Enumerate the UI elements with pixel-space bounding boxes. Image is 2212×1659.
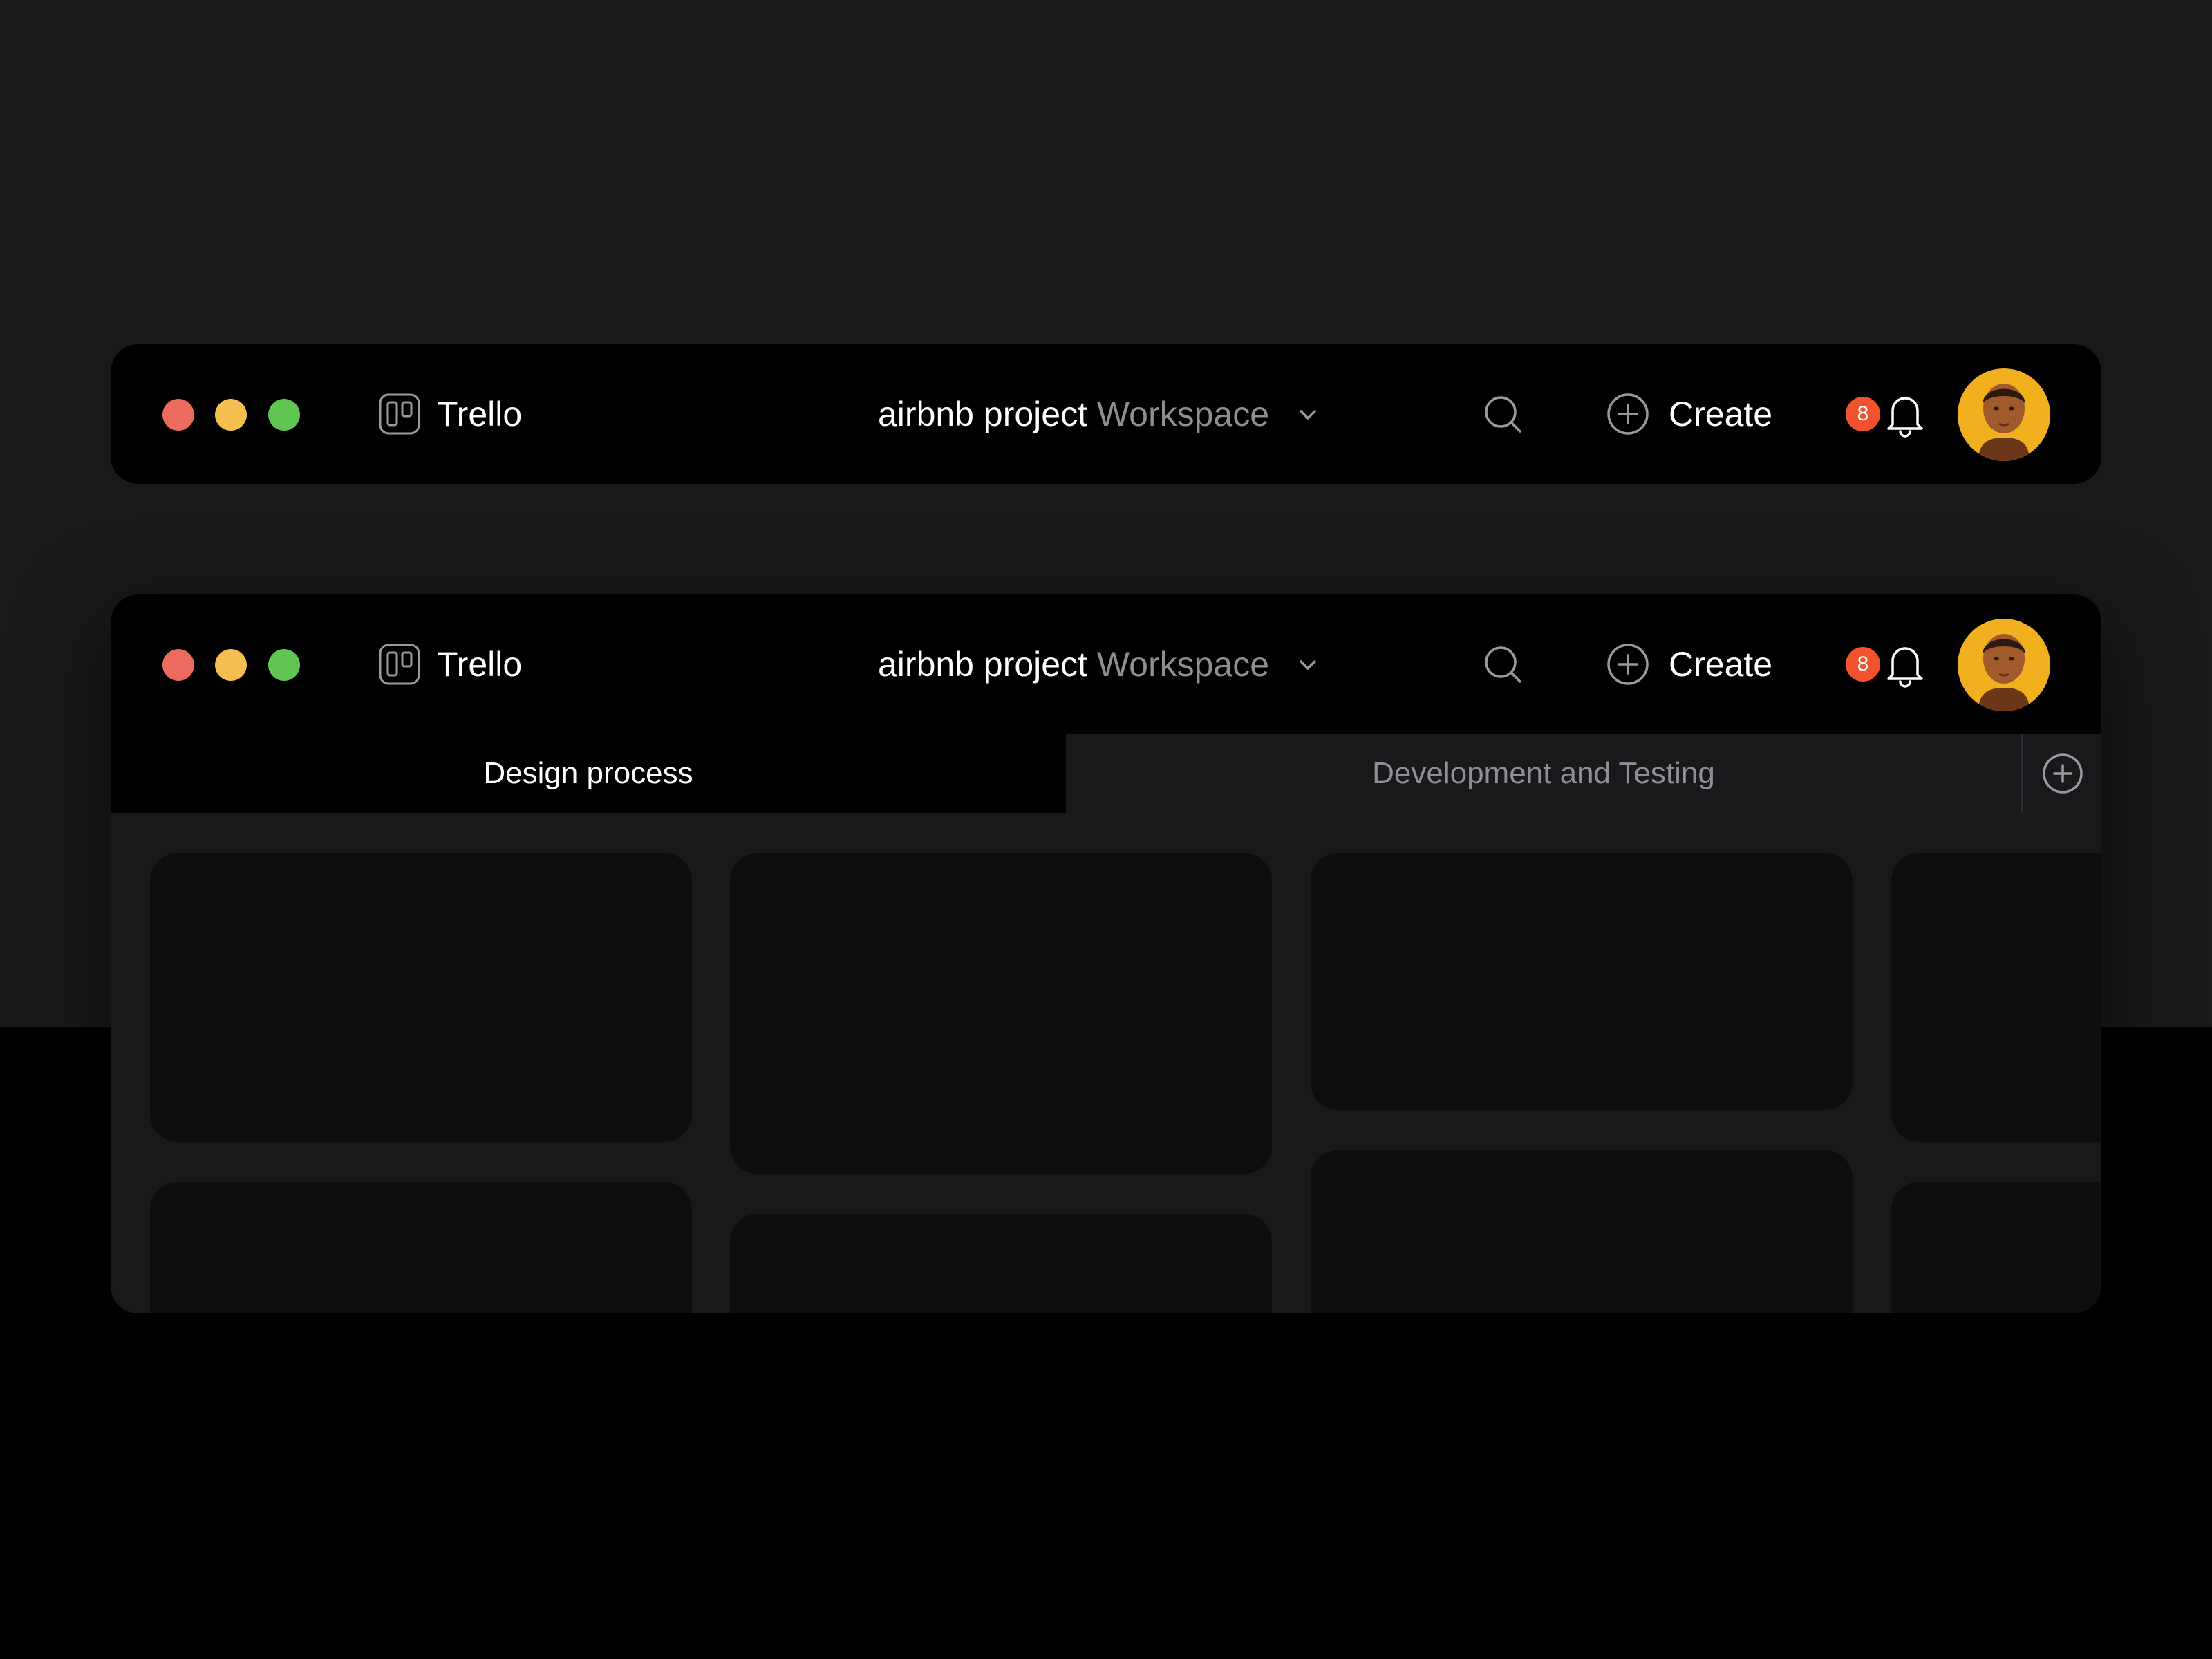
bell-icon[interactable] bbox=[1882, 390, 1928, 438]
workspace-switcher[interactable]: airbnb project Workspace bbox=[878, 394, 1269, 434]
create-button[interactable]: Create bbox=[1669, 644, 1772, 684]
title-bar: Trello airbnb project Workspace Create 8 bbox=[111, 594, 2101, 734]
notification-count-badge: 8 bbox=[1846, 397, 1880, 431]
card-placeholder[interactable] bbox=[1311, 1150, 1853, 1313]
card-placeholder[interactable] bbox=[150, 1182, 692, 1313]
card-placeholder[interactable] bbox=[1891, 1182, 2101, 1313]
bell-icon[interactable] bbox=[1882, 640, 1928, 688]
card-placeholder[interactable] bbox=[730, 1214, 1272, 1313]
user-avatar[interactable] bbox=[1958, 368, 2050, 461]
app-window-expanded: Trello airbnb project Workspace Create 8 bbox=[111, 594, 2101, 1313]
workspace-suffix: Workspace bbox=[1096, 645, 1270, 684]
app-name: Trello bbox=[437, 395, 523, 433]
user-avatar[interactable] bbox=[1958, 619, 2050, 711]
close-window-button[interactable] bbox=[162, 649, 194, 681]
close-window-button[interactable] bbox=[162, 399, 194, 431]
plus-circle-icon[interactable] bbox=[1606, 393, 1649, 435]
chevron-down-icon[interactable] bbox=[1294, 651, 1322, 679]
maximize-window-button[interactable] bbox=[268, 399, 300, 431]
maximize-window-button[interactable] bbox=[268, 649, 300, 681]
workspace-project-name: airbnb project bbox=[878, 395, 1087, 433]
tab-development-and-testing[interactable]: Development and Testing bbox=[1066, 734, 2021, 813]
minimize-window-button[interactable] bbox=[215, 399, 247, 431]
card-placeholder[interactable] bbox=[1311, 853, 1853, 1110]
add-tab-button[interactable] bbox=[2021, 734, 2101, 813]
trello-board-icon bbox=[379, 644, 420, 685]
card-placeholder[interactable] bbox=[150, 853, 692, 1142]
workspace-project-name: airbnb project bbox=[878, 645, 1087, 684]
trello-board-icon bbox=[379, 393, 420, 435]
search-icon[interactable] bbox=[1481, 393, 1524, 435]
title-bar: Trello airbnb project Workspace Create 8 bbox=[111, 344, 2101, 484]
search-icon[interactable] bbox=[1481, 643, 1524, 686]
notification-count-badge: 8 bbox=[1846, 647, 1880, 682]
plus-circle-icon[interactable] bbox=[1606, 643, 1649, 686]
app-name: Trello bbox=[437, 645, 523, 684]
minimize-window-button[interactable] bbox=[215, 649, 247, 681]
board-tabs: Design process Development and Testing bbox=[111, 734, 2101, 813]
plus-circle-icon bbox=[2043, 753, 2083, 794]
board-canvas bbox=[111, 813, 2101, 1313]
create-button[interactable]: Create bbox=[1669, 394, 1772, 434]
workspace-suffix: Workspace bbox=[1096, 395, 1270, 433]
chevron-down-icon[interactable] bbox=[1294, 401, 1322, 429]
app-window-collapsed: Trello airbnb project Workspace Create 8 bbox=[111, 344, 2101, 484]
card-placeholder[interactable] bbox=[730, 853, 1272, 1174]
card-placeholder[interactable] bbox=[1891, 853, 2101, 1142]
workspace-switcher[interactable]: airbnb project Workspace bbox=[878, 644, 1269, 684]
tab-design-process[interactable]: Design process bbox=[111, 734, 1066, 813]
